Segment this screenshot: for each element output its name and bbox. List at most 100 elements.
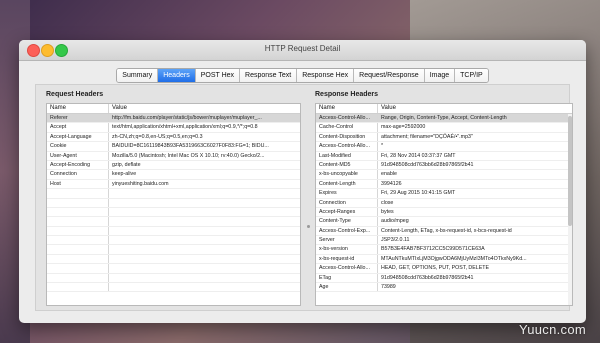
request-headers-pane: Request Headers Name Value Referer http:/… [46,89,301,306]
header-name-cell: Access-Control-Exp... [316,226,378,236]
table-row[interactable]: Last-Modified Fri, 28 Nov 2014 03:37:37 G… [316,151,572,161]
table-row[interactable]: Age 73989 [316,283,572,293]
table-header: Name Value [316,104,572,114]
header-name-cell [47,226,109,236]
scrollbar-thumb[interactable] [568,116,572,226]
response-headers-title: Response Headers [315,91,379,98]
header-value-cell: MTAuNTkuMTIxLjM3OjgwODA6MjUyMzI3MTo4OTkx… [381,255,527,262]
table-header: Name Value [47,104,300,114]
tab-headers[interactable]: Headers [157,69,195,82]
request-headers-title: Request Headers [46,91,104,98]
header-name-cell: User-Agent [47,151,109,160]
tab-summary[interactable]: Summary [117,69,158,82]
header-value-cell [109,283,300,291]
header-value-cell: enable [381,171,397,178]
header-name-cell: Content-Disposition [316,132,378,142]
watermark: Yuucn.com [518,322,586,337]
table-row[interactable]: Connection close [316,198,572,208]
tab-tcp-ip[interactable]: TCP/IP [454,69,488,82]
table-row[interactable]: Host yinyueshiting.baidu.com [47,179,300,190]
table-row[interactable]: Content-Disposition attachment; filename=… [316,132,572,143]
header-name-cell: ETag [316,273,378,283]
name-column-header[interactable]: Name [316,104,378,113]
header-value-cell [109,255,300,263]
table-row[interactable]: Cache-Control max-age=2592000 [316,123,572,133]
table-row[interactable]: Accept-Ranges bytes [316,207,572,218]
header-name-cell: Server [316,236,378,245]
header-value-cell: close [381,199,394,206]
request-headers-table[interactable]: Name Value Referer http://fm.baidu.com/pl… [46,103,301,306]
empty-table-row [47,283,300,293]
tab-image[interactable]: Image [423,69,455,82]
table-row[interactable]: Accept-Encoding gzip, deflate [47,160,300,171]
response-headers-table[interactable]: Name Value Access-Control-Allo... Range, … [315,103,573,306]
table-row[interactable]: Accept text/html,application/xhtml+xml,ap… [47,123,300,133]
empty-table-row [47,264,300,274]
table-row[interactable]: Access-Control-Allo... * [316,142,572,152]
header-value-cell: text/html,application/xhtml+xml,applicat… [112,124,258,131]
table-row[interactable]: x-bs-uncopyable enable [316,170,572,180]
header-name-cell: Content-Length [316,179,378,189]
header-name-cell: x-bs-version [316,245,378,254]
table-row[interactable]: Content-MD5 91d948508cdd763bb6d28b97865f2… [316,160,572,171]
header-value-cell: 3994126 [381,180,402,187]
header-value-cell [109,245,300,253]
header-value-cell: 91d948508cdd763bb6d28b97865f2b41 [381,274,474,281]
table-row[interactable]: x-bs-version B57B3E4FAB7BF3712CC5C99D571C… [316,245,572,255]
header-name-cell: Host [47,179,109,189]
header-value-cell [109,227,300,235]
table-row[interactable]: x-bs-request-id MTAuNTkuMTIxLjM3OjgwODA6M… [316,254,572,265]
header-name-cell: Connection [47,170,109,179]
segmented-tabs: Summary Headers POST Hex Response Text Respo… [116,68,489,83]
header-value-cell: Fri, 28 Nov 2014 03:37:37 GMT [381,152,456,159]
table-row[interactable]: Expires Fri, 29 Aug 2015 10:41:15 GMT [316,189,572,199]
value-column-header[interactable]: Value [378,104,572,113]
tab-request-response[interactable]: Request/Response [353,69,424,82]
header-value-cell [109,274,300,282]
table-row[interactable]: Access-Control-Allo... HEAD, GET, OPTIONS… [316,264,572,274]
header-value-cell [109,236,300,244]
tab-bar: Summary Headers POST Hex Response Text Respo… [19,68,586,83]
header-name-cell: Cookie [47,142,109,151]
table-row[interactable]: Accept-Language zh-CN,zh;q=0.8,en-US;q=0.… [47,132,300,143]
header-value-cell [109,264,300,272]
header-name-cell: Connection [316,198,378,207]
header-name-cell [47,217,109,226]
table-row[interactable]: Content-Length 3994126 [316,179,572,190]
table-row[interactable]: Referer http://fm.baidu.com/player/static… [47,114,300,124]
header-name-cell: Last-Modified [316,151,378,160]
tab-response-hex[interactable]: Response Hex [296,69,354,82]
vertical-scrollbar[interactable] [568,114,572,305]
value-column-header[interactable]: Value [109,104,300,113]
split-view-divider[interactable] [307,225,310,228]
table-row[interactable]: Content-Type audio/mpeg [316,217,572,227]
header-name-cell: Content-Type [316,217,378,226]
table-row[interactable]: Access-Control-Exp... Content-Length, ETa… [316,226,572,237]
table-row[interactable]: Access-Control-Allo... Range, Origin, Con… [316,114,572,124]
tab-response-text[interactable]: Response Text [239,69,297,82]
header-name-cell [47,273,109,283]
header-name-cell: Content-MD5 [316,160,378,170]
table-row[interactable]: User-Agent Mozilla/5.0 (Macintosh; Intel … [47,151,300,161]
name-column-header[interactable]: Name [47,104,109,113]
table-row[interactable]: ETag 91d948508cdd763bb6d28b97865f2b41 [316,273,572,284]
header-value-cell: BAIDUID=8C16119843B93FA5319663C6027F0F83… [112,143,269,150]
empty-table-row [47,189,300,199]
window-title: HTTP Request Detail [264,44,341,53]
header-name-cell: Accept-Ranges [316,207,378,217]
header-name-cell: Cache-Control [316,123,378,132]
header-value-cell: max-age=2592000 [381,124,426,131]
empty-table-row [47,207,300,218]
header-value-cell: audio/mpeg [381,218,409,225]
header-name-cell [47,283,109,292]
empty-table-row [47,273,300,284]
header-name-cell [47,207,109,217]
header-name-cell [47,236,109,245]
request-rows: Referer http://fm.baidu.com/player/static… [47,114,300,293]
table-row[interactable]: Cookie BAIDUID=8C16119843B93FA5319663C602… [47,142,300,152]
table-row[interactable]: Connection keep-alive [47,170,300,180]
header-value-cell [109,208,300,216]
table-row[interactable]: Server JSP3/2.0.11 [316,236,572,246]
header-value-cell [109,199,300,207]
tab-post-hex[interactable]: POST Hex [194,69,240,82]
